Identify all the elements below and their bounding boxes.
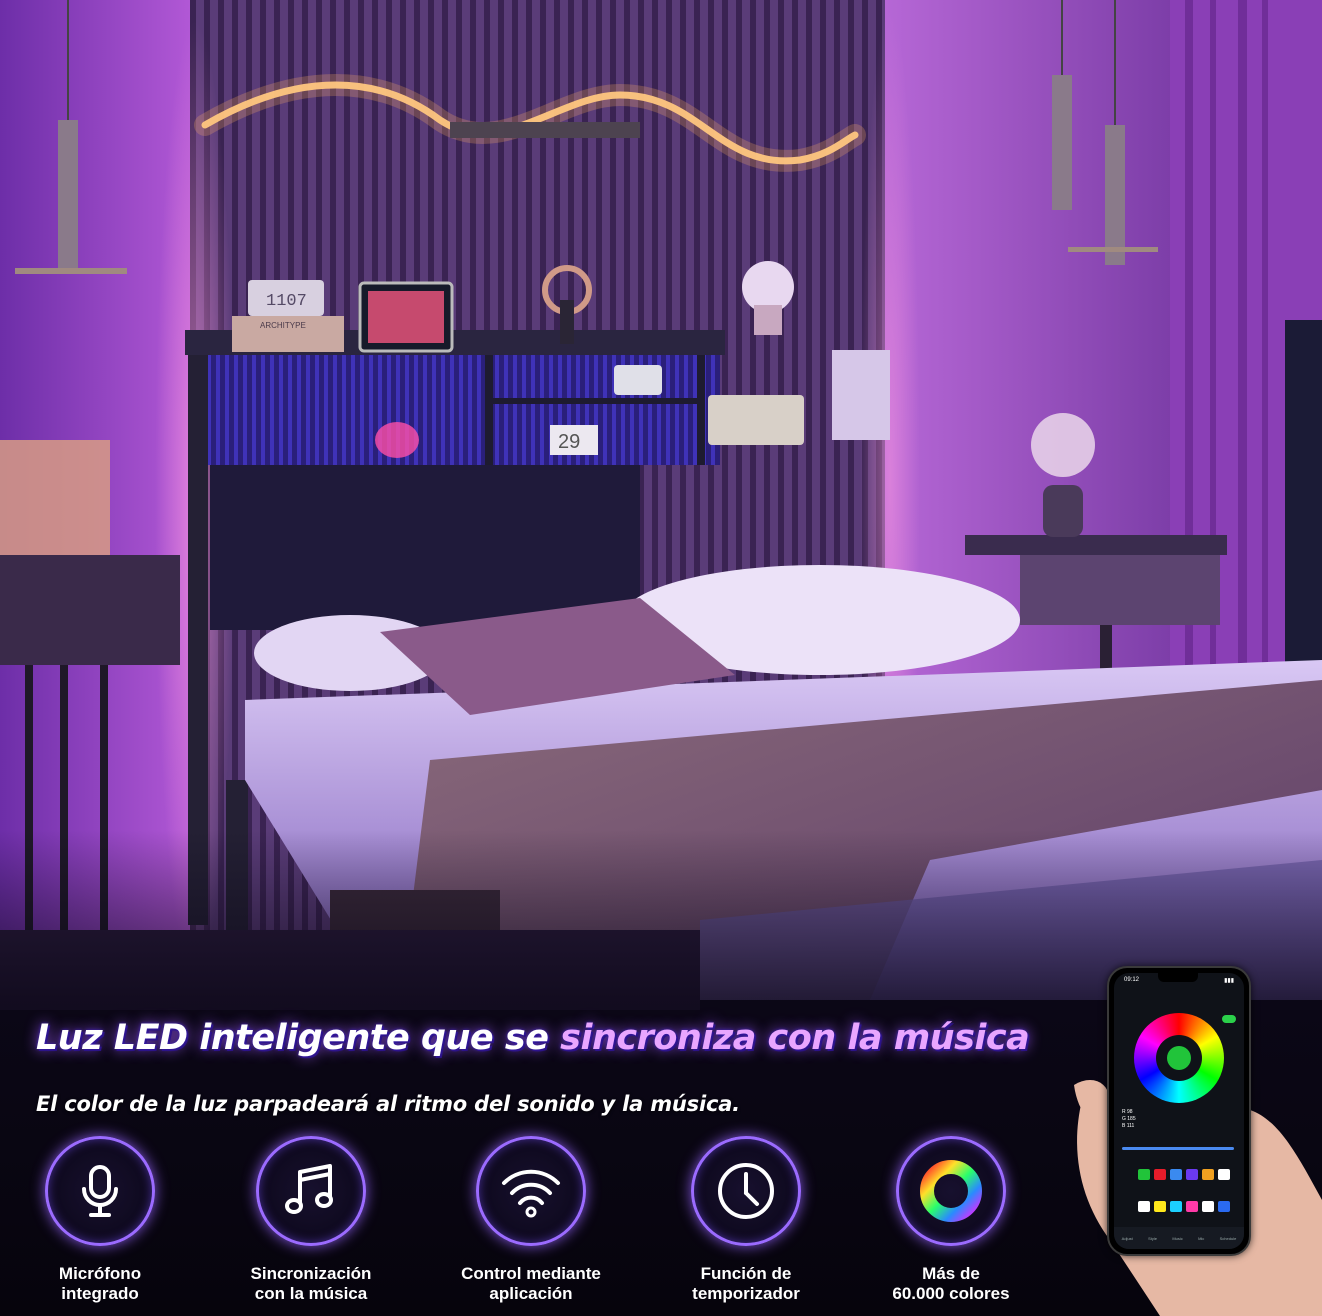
bluetooth-speaker <box>708 395 804 445</box>
color-ring-icon <box>896 1136 1006 1246</box>
feature-timer: Función de temporizador <box>646 1136 846 1304</box>
feature-colors: Más de 60.000 colores <box>851 1136 1051 1304</box>
feature-music-sync: Sincronización con la música <box>211 1136 411 1304</box>
pendant-lamp-right-2 <box>1105 125 1125 265</box>
headline-part-1: Luz LED inteligente que se <box>36 1018 561 1058</box>
signal-icon: ▮▮▮ <box>1224 977 1234 984</box>
vanity-desk <box>0 555 180 665</box>
preset-swatches[interactable] <box>1138 1169 1230 1180</box>
status-time: 09:12 <box>1124 977 1140 983</box>
feature-microphone: Micrófono integrado <box>0 1136 200 1304</box>
book-spine-label: ARCHITYPE <box>260 321 306 330</box>
calendar-date: 29 <box>558 431 580 453</box>
tab-adjust[interactable]: Adjust <box>1122 1236 1133 1241</box>
clock-display: 1107 <box>266 292 307 311</box>
rgb-readout: R 98 G 185 B 111 <box>1122 1109 1136 1129</box>
power-toggle[interactable] <box>1222 1015 1236 1023</box>
books-right <box>832 350 890 440</box>
feature-label: Control mediante aplicación <box>461 1264 601 1303</box>
headline: Luz LED inteligente que se sincroniza co… <box>36 1018 1030 1058</box>
smartphone: 09:12 ▮▮▮ R 98 G 185 B 111 Adjust Style … <box>1107 966 1251 1256</box>
nightstand <box>965 535 1227 555</box>
camera <box>614 365 662 395</box>
classic-swatches[interactable] <box>1138 1201 1230 1212</box>
music-note-icon <box>256 1136 366 1246</box>
wall-lamp-bar <box>450 122 640 138</box>
wifi-icon <box>476 1136 586 1246</box>
app-screen: 09:12 ▮▮▮ R 98 G 185 B 111 Adjust Style … <box>1114 973 1244 1249</box>
vanity-box <box>0 440 110 558</box>
wireless-charger-lamp <box>375 422 419 458</box>
brightness-slider[interactable] <box>1122 1147 1234 1150</box>
tab-schedule[interactable]: Schedule <box>1220 1236 1237 1241</box>
feature-label: Sincronización con la música <box>250 1264 372 1303</box>
app-tab-bar: Adjust Style Music Mic Schedule <box>1114 1227 1244 1249</box>
pendant-lamp-right-1 <box>1052 75 1072 210</box>
tab-mic[interactable]: Mic <box>1198 1236 1204 1241</box>
feature-label: Más de 60.000 colores <box>892 1264 1010 1303</box>
microphone-icon <box>45 1136 155 1246</box>
feature-label: Función de temporizador <box>692 1264 800 1303</box>
selected-color-dot <box>1167 1046 1191 1070</box>
subheadline: El color de la luz parpadeará al ritmo d… <box>36 1092 740 1116</box>
feature-label: Micrófono integrado <box>58 1264 142 1303</box>
nightstand-vase <box>1043 485 1083 537</box>
pendant-lamp-left <box>58 120 78 270</box>
window <box>1285 320 1322 700</box>
status-bar: 09:12 ▮▮▮ <box>1114 973 1244 987</box>
clock-icon <box>691 1136 801 1246</box>
headboard-panel <box>210 465 640 630</box>
tab-music[interactable]: Music <box>1172 1236 1182 1241</box>
feature-app-control: Control mediante aplicación <box>431 1136 631 1304</box>
headline-part-2: sincroniza con la música <box>560 1018 1030 1058</box>
tab-style[interactable]: Style <box>1148 1236 1157 1241</box>
